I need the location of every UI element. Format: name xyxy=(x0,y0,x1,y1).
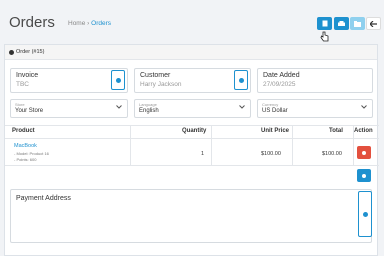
gear-icon xyxy=(115,77,121,83)
print-icon xyxy=(338,20,345,26)
currency-select[interactable]: Currency US Dollar xyxy=(257,99,373,118)
table-header-divider xyxy=(5,138,379,139)
date-added-value: 27/09/2025 xyxy=(263,81,296,88)
back-icon xyxy=(370,20,377,27)
total-cell: $100.00 xyxy=(322,151,342,157)
language-value: English xyxy=(139,108,159,114)
order-card: Order (#15) Invoice TBC Customer Harry J… xyxy=(4,44,379,256)
back-button[interactable] xyxy=(366,17,381,30)
chevron-down-icon xyxy=(361,105,367,109)
chevron-down-icon xyxy=(116,105,122,109)
edit-customer-button[interactable] xyxy=(234,70,248,90)
product-model: - Model: Product 16 xyxy=(14,151,49,156)
unit-price-cell: $100.00 xyxy=(261,151,281,157)
chevron-down-icon xyxy=(239,105,245,109)
page-title: Orders xyxy=(9,14,55,31)
col-header-total: Total xyxy=(329,128,343,134)
language-label: Language xyxy=(139,102,157,107)
invoice-label: Invoice xyxy=(16,72,39,79)
invoice-icon xyxy=(322,20,327,27)
col-header-unit-price: Unit Price xyxy=(261,128,290,134)
page-header: Orders Home › Orders xyxy=(0,0,384,42)
print-button[interactable] xyxy=(334,17,349,30)
breadcrumb: Home › Orders xyxy=(68,20,111,27)
payment-address-box: Payment Address xyxy=(10,189,372,243)
hand-cursor-icon xyxy=(320,31,329,42)
col-header-quantity: Quantity xyxy=(182,128,207,134)
date-added-field: Date Added 27/09/2025 xyxy=(257,68,373,93)
table-top-border xyxy=(5,125,379,126)
quantity-cell: 1 xyxy=(201,151,205,157)
customer-value: Harry Jackson xyxy=(140,81,182,88)
store-value: Your Store xyxy=(15,108,44,114)
create-invoice-button[interactable] xyxy=(111,70,125,90)
card-heading: Order (#15) xyxy=(16,49,45,55)
currency-value: US Dollar xyxy=(262,108,288,114)
info-icon xyxy=(9,50,14,55)
product-points: - Points: 600 xyxy=(14,157,37,162)
language-select[interactable]: Language English xyxy=(134,99,251,118)
store-select[interactable]: Store Your Store xyxy=(10,99,128,118)
breadcrumb-separator: › xyxy=(87,20,90,27)
col-header-action: Action xyxy=(354,128,373,134)
add-icon xyxy=(362,173,366,178)
payment-address-label: Payment Address xyxy=(16,195,71,202)
gear-icon xyxy=(362,211,368,217)
remove-icon xyxy=(362,150,366,155)
col-divider xyxy=(353,125,354,165)
gear-icon xyxy=(238,77,244,83)
edit-payment-address-button[interactable] xyxy=(358,191,372,237)
invoice-button[interactable] xyxy=(317,17,332,30)
col-divider xyxy=(211,125,212,165)
invoice-value: TBC xyxy=(16,81,29,88)
date-added-label: Date Added xyxy=(263,72,300,79)
product-link[interactable]: MacBook xyxy=(14,143,37,149)
folder-icon xyxy=(354,20,361,27)
breadcrumb-orders[interactable]: Orders xyxy=(91,20,111,27)
table-bottom-border xyxy=(5,165,379,166)
customer-label: Customer xyxy=(140,72,171,79)
add-product-button[interactable] xyxy=(357,169,371,182)
col-divider xyxy=(130,125,131,165)
shipping-button[interactable] xyxy=(350,17,365,30)
card-header: Order (#15) xyxy=(5,45,377,60)
store-label: Store xyxy=(15,102,25,107)
col-divider xyxy=(292,125,293,165)
breadcrumb-home[interactable]: Home xyxy=(68,20,85,27)
col-header-product: Product xyxy=(12,128,35,134)
currency-label: Currency xyxy=(262,102,279,107)
remove-product-button[interactable] xyxy=(357,146,371,159)
